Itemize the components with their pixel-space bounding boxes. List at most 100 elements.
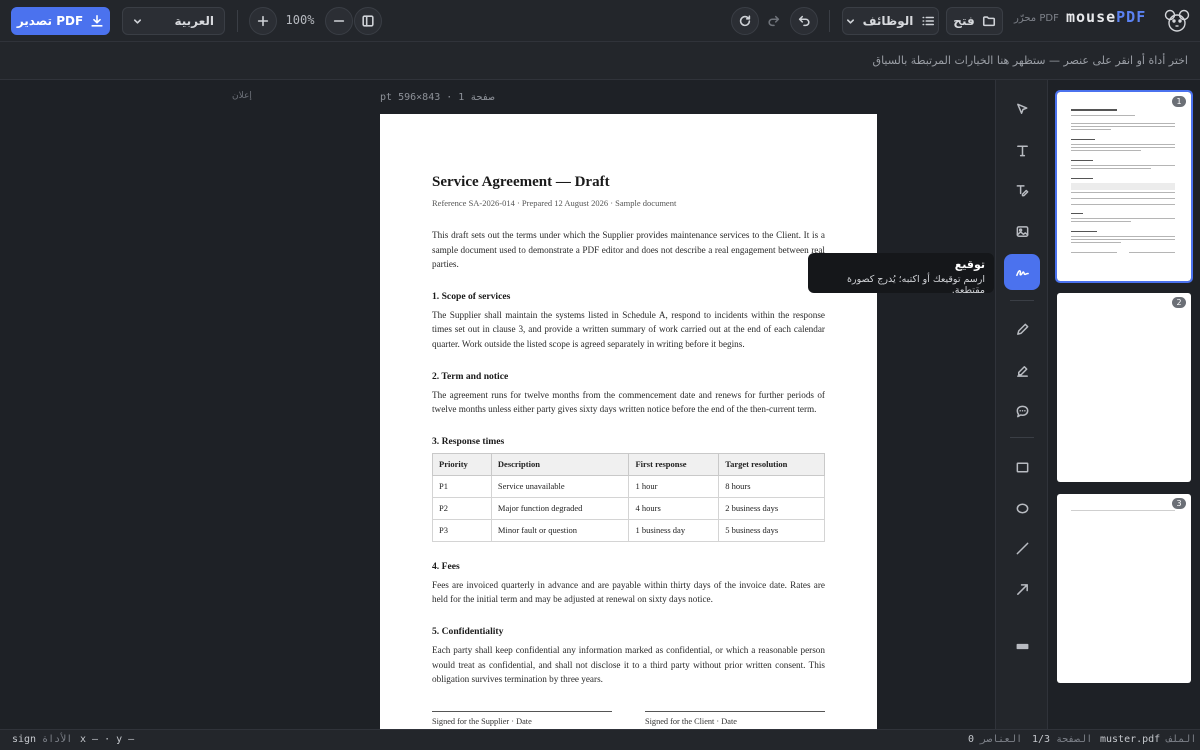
line-tool[interactable]	[1004, 530, 1040, 566]
page-thumbnails: 1 2 3	[1048, 80, 1200, 729]
status-bar: sign الأداة x — · y — 0 العناصر 1/3 الصف…	[0, 729, 1200, 750]
status-page: 1/3 الصفحة	[1032, 734, 1092, 745]
status-coordinates: x — · y —	[80, 734, 135, 745]
toggle-panel-button[interactable]	[354, 7, 382, 35]
arrow-icon	[1016, 583, 1028, 595]
arrow-tool[interactable]	[1004, 571, 1040, 607]
table-header: First response	[628, 452, 720, 476]
plus-icon	[257, 15, 269, 27]
context-hint: اختر أداة أو انقر على عنصر — ستظهر هنا ا…	[872, 54, 1188, 67]
section-body: The Supplier shall maintain the systems …	[432, 309, 825, 349]
export-pdf-button[interactable]: تصدير PDF	[11, 7, 110, 35]
page-thumbnail[interactable]: 1	[1055, 90, 1193, 283]
text-icon	[1016, 145, 1028, 156]
section-heading: 3. Response times	[432, 435, 505, 447]
language-value: العربية	[174, 14, 214, 28]
zoom-in-button[interactable]	[249, 7, 277, 35]
redo-icon	[768, 15, 780, 27]
toolbar-divider	[829, 10, 830, 32]
open-label: فتح	[953, 14, 975, 28]
page-info: صفحة 1 · 843×596 pt	[380, 92, 495, 103]
image-icon	[1016, 225, 1028, 237]
comment-tool[interactable]	[1004, 393, 1040, 429]
toolbar-divider	[237, 10, 238, 32]
brand-name: mousePDF	[1066, 8, 1146, 26]
features-menu-button[interactable]: الوظائف	[842, 7, 939, 35]
thumbnail-number: 1	[1172, 96, 1186, 107]
table-cell: P1	[432, 474, 492, 498]
section-heading: 1. Scope of services	[432, 290, 511, 302]
status-elements: 0 العناصر	[968, 734, 1022, 745]
undo-button[interactable]	[790, 7, 818, 35]
page-value: 1/3	[1032, 734, 1051, 745]
pdf-page[interactable]: Service Agreement — Draft Reference SA-2…	[380, 114, 877, 734]
signature-row: Signed for the Supplier · Date Signed fo…	[432, 711, 825, 731]
edit-text-tool[interactable]	[1004, 172, 1040, 208]
table-cell: P2	[432, 496, 492, 520]
file-label: الملف	[1166, 734, 1197, 745]
brand-name-part: PDF	[1116, 8, 1147, 26]
table-row: P3 Minor fault or question 1 business da…	[432, 518, 825, 542]
edit-text-icon	[1016, 184, 1028, 196]
table-header: Priority	[432, 452, 492, 476]
brand-name-part: mouse	[1066, 8, 1117, 26]
pen-icon	[1016, 323, 1028, 335]
export-label: تصدير PDF	[16, 14, 84, 28]
context-bar: اختر أداة أو انقر على عنصر — ستظهر هنا ا…	[0, 42, 1200, 80]
table-cell: Minor fault or question	[490, 518, 630, 542]
comment-icon	[1016, 405, 1028, 417]
ellipse-icon	[1016, 503, 1028, 513]
signature-tool[interactable]	[1004, 254, 1040, 290]
image-tool[interactable]	[1004, 213, 1040, 249]
table-cell: Major function degraded	[490, 496, 630, 520]
chevron-down-icon	[133, 18, 142, 24]
text-tool[interactable]	[1004, 132, 1040, 168]
download-icon	[91, 14, 103, 27]
zoom-level: 100%	[285, 13, 315, 27]
zoom-out-button[interactable]	[325, 7, 353, 35]
language-select[interactable]: العربية	[122, 7, 225, 35]
document-title: Service Agreement — Draft	[432, 174, 610, 190]
redo-button[interactable]	[760, 7, 788, 35]
minus-icon	[333, 20, 345, 22]
refresh-button[interactable]	[731, 7, 759, 35]
table-cell: 4 hours	[628, 496, 720, 520]
client-signature-line: Signed for the Client · Date	[645, 711, 825, 726]
thumbnail-number: 3	[1172, 498, 1186, 509]
document-reference: Reference SA-2026-014 · Prepared 12 Augu…	[432, 198, 677, 208]
tool-value: sign	[12, 734, 37, 745]
table-cell: P3	[432, 518, 492, 542]
redact-tool[interactable]	[1004, 628, 1040, 664]
status-tool: sign الأداة	[12, 734, 72, 745]
page-thumbnail[interactable]: 3	[1057, 494, 1191, 683]
table-cell: 1 hour	[628, 474, 720, 498]
table-cell: 5 business days	[718, 518, 825, 542]
table-header: Target resolution	[718, 452, 825, 476]
section-body: Fees are invoiced quarterly in advance a…	[432, 579, 825, 605]
file-value: muster.pdf	[1100, 734, 1161, 745]
document-intro: This draft sets out the terms under whic…	[432, 230, 825, 270]
refresh-icon	[739, 15, 751, 27]
table-header-row: Priority Description First response Targ…	[432, 452, 825, 476]
undo-icon	[798, 15, 810, 27]
table-cell: 2 business days	[718, 496, 825, 520]
pen-tool[interactable]	[1004, 311, 1040, 347]
response-times-table: Priority Description First response Targ…	[432, 452, 825, 542]
ellipse-tool[interactable]	[1004, 490, 1040, 526]
highlighter-tool[interactable]	[1004, 352, 1040, 388]
rail-divider	[1010, 437, 1034, 438]
supplier-signature-line: Signed for the Supplier · Date	[432, 711, 612, 726]
document-content: Service Agreement — Draft Reference SA-2…	[432, 174, 825, 687]
select-tool[interactable]	[1004, 91, 1040, 127]
open-file-button[interactable]: فتح	[946, 7, 1003, 35]
signature-tooltip: توقيع ارسم توقيعك أو اكتبه؛ يُدرج كصورة …	[808, 253, 994, 296]
table-header: Description	[490, 452, 630, 476]
tool-rail	[995, 80, 1048, 729]
ad-label: إعلان	[232, 91, 252, 101]
page-thumbnail[interactable]: 2	[1057, 293, 1191, 482]
list-icon	[922, 16, 935, 26]
section-body: Each party shall keep confidential any i…	[432, 644, 825, 685]
section-heading: 5. Confidentiality	[432, 625, 504, 637]
rectangle-tool[interactable]	[1004, 449, 1040, 485]
signature-icon	[1015, 269, 1029, 276]
